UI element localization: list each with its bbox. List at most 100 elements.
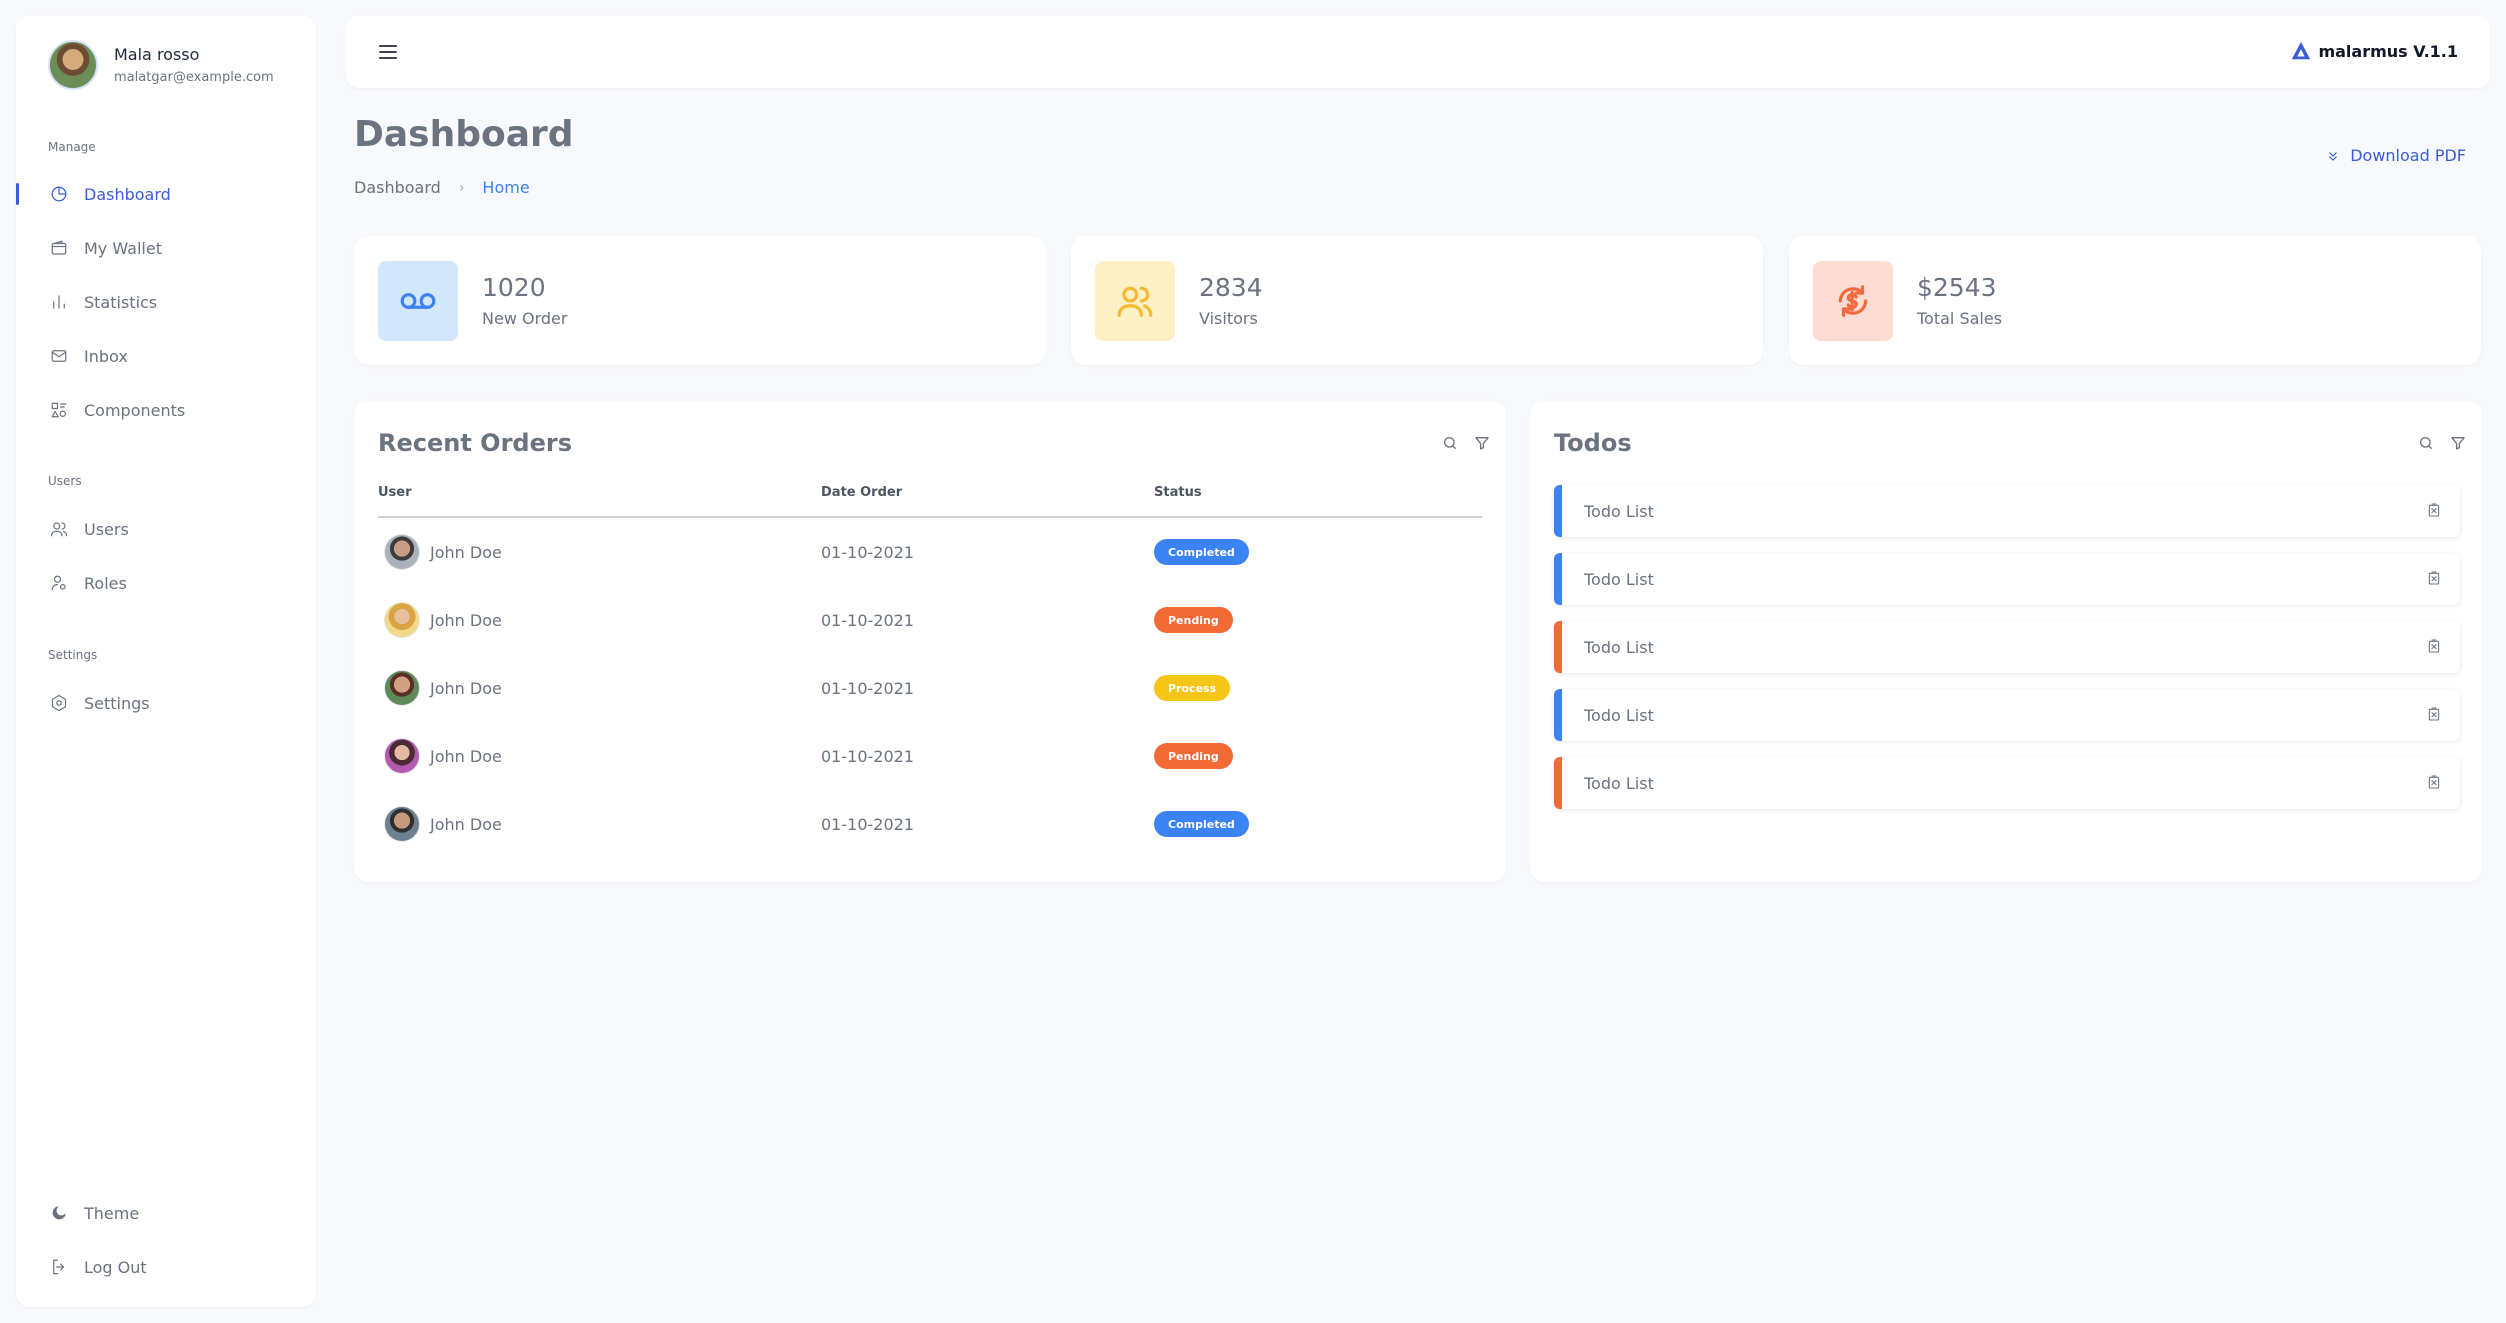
breadcrumb-current[interactable]: Home	[482, 178, 529, 197]
todo-marker	[1554, 621, 1562, 673]
order-user: John Doe	[430, 611, 502, 630]
column-header-user[interactable]: User	[378, 485, 412, 500]
order-date: 01-10-2021	[821, 611, 914, 630]
section-label-settings: Settings	[48, 648, 98, 662]
order-date: 01-10-2021	[821, 679, 914, 698]
column-header-date[interactable]: Date Order	[821, 485, 902, 500]
sidebar-item-my-wallet[interactable]: My Wallet	[16, 228, 316, 268]
download-pdf-button[interactable]: Download PDF	[2326, 146, 2466, 165]
column-header-status[interactable]: Status	[1154, 485, 1202, 500]
avatar	[384, 670, 420, 706]
logo-icon	[2292, 41, 2311, 60]
theme-toggle[interactable]: Theme	[16, 1193, 316, 1233]
breadcrumb-item[interactable]: Dashboard	[354, 178, 441, 197]
page-title: Dashboard	[354, 114, 574, 155]
search-icon[interactable]	[2418, 435, 2436, 453]
profile-email: malatgar@example.com	[114, 70, 274, 85]
table-row[interactable]: John Doe 01-10-2021 Pending	[354, 586, 1504, 654]
topbar: malarmus V.1.1	[346, 16, 2490, 88]
stat-card-visitors: 2834 Visitors	[1071, 236, 1763, 365]
sidebar-item-roles[interactable]: Roles	[16, 563, 316, 603]
filter-icon[interactable]	[2450, 435, 2468, 453]
todo-marker	[1554, 689, 1562, 741]
order-date: 01-10-2021	[821, 815, 914, 834]
stat-label: Total Sales	[1917, 309, 2003, 328]
avatar	[384, 602, 420, 638]
sidebar-item-label: Inbox	[84, 346, 128, 366]
download-label: Download PDF	[2350, 146, 2466, 165]
brand[interactable]: malarmus V.1.1	[2290, 40, 2458, 62]
todo-item[interactable]: Todo List	[1554, 689, 2460, 741]
dollar-cycle-icon	[1813, 261, 1893, 341]
sidebar-item-label: Users	[84, 519, 129, 539]
todo-text: Todo List	[1584, 570, 1654, 589]
trash-icon[interactable]	[2426, 638, 2444, 656]
sidebar-item-label: Dashboard	[84, 184, 171, 204]
sidebar-item-statistics[interactable]: Statistics	[16, 282, 316, 322]
todo-item[interactable]: Todo List	[1554, 485, 2460, 537]
sidebar-item-label: Statistics	[84, 292, 158, 312]
sidebar: Mala rosso malatgar@example.com Manage D…	[16, 16, 316, 1307]
order-date: 01-10-2021	[821, 543, 914, 562]
status-badge: Completed	[1154, 539, 1249, 565]
double-chevron-down-icon	[2329, 151, 2338, 161]
status-badge: Process	[1154, 675, 1231, 701]
recent-orders-panel: Recent Orders User Date Order Status Joh…	[354, 401, 1506, 882]
avatar	[48, 40, 98, 90]
avatar	[384, 534, 420, 570]
brand-name: malarmus V.1.1	[2318, 41, 2458, 61]
stat-value: $2543	[1917, 273, 1997, 302]
sidebar-item-dashboard[interactable]: Dashboard	[16, 174, 316, 214]
section-label-users: Users	[48, 474, 82, 488]
order-user: John Doe	[430, 747, 502, 766]
panel-tools	[2404, 435, 2468, 453]
stat-value: 1020	[482, 273, 546, 302]
user-profile[interactable]: Mala rosso malatgar@example.com	[48, 40, 274, 90]
sidebar-item-components[interactable]: Components	[16, 390, 316, 430]
table-row[interactable]: John Doe 01-10-2021 Completed	[354, 518, 1504, 586]
status-badge: Pending	[1154, 743, 1233, 769]
todo-item[interactable]: Todo List	[1554, 757, 2460, 809]
avatar	[384, 806, 420, 842]
todo-marker	[1554, 757, 1562, 809]
profile-name: Mala rosso	[114, 45, 200, 64]
trash-icon[interactable]	[2426, 706, 2444, 724]
panel-title: Recent Orders	[378, 429, 572, 457]
pie-chart-icon	[48, 183, 70, 205]
sidebar-item-users[interactable]: Users	[16, 509, 316, 549]
bar-chart-icon	[48, 291, 70, 313]
order-date: 01-10-2021	[821, 747, 914, 766]
stat-card-sales: $2543 Total Sales	[1789, 236, 2481, 365]
wallet-icon	[48, 237, 70, 259]
search-icon[interactable]	[1442, 435, 1460, 453]
users-icon	[1095, 261, 1175, 341]
mail-icon	[48, 345, 70, 367]
todo-item[interactable]: Todo List	[1554, 621, 2460, 673]
menu-icon[interactable]	[376, 40, 400, 64]
trash-icon[interactable]	[2426, 774, 2444, 792]
filter-icon[interactable]	[1474, 435, 1492, 453]
table-row[interactable]: John Doe 01-10-2021 Pending	[354, 722, 1504, 790]
logout-icon	[48, 1256, 70, 1278]
todo-item[interactable]: Todo List	[1554, 553, 2460, 605]
sidebar-item-inbox[interactable]: Inbox	[16, 336, 316, 376]
stat-label: Visitors	[1199, 309, 1258, 328]
sidebar-item-label: My Wallet	[84, 238, 162, 258]
trash-icon[interactable]	[2426, 570, 2444, 588]
sidebar-item-label: Roles	[84, 573, 127, 593]
order-user: John Doe	[430, 543, 502, 562]
table-row[interactable]: John Doe 01-10-2021 Process	[354, 654, 1504, 722]
trash-icon[interactable]	[2426, 502, 2444, 520]
sidebar-item-settings[interactable]: Settings	[16, 683, 316, 723]
order-user: John Doe	[430, 815, 502, 834]
order-user: John Doe	[430, 679, 502, 698]
table-row[interactable]: John Doe 01-10-2021 Completed	[354, 790, 1504, 858]
logout-button[interactable]: Log Out	[16, 1247, 316, 1287]
todo-text: Todo List	[1584, 638, 1654, 657]
moon-icon	[48, 1202, 70, 1224]
todo-marker	[1554, 553, 1562, 605]
voicemail-icon	[378, 261, 458, 341]
user-role-icon	[48, 572, 70, 594]
users-icon	[48, 518, 70, 540]
section-label-manage: Manage	[48, 140, 96, 154]
